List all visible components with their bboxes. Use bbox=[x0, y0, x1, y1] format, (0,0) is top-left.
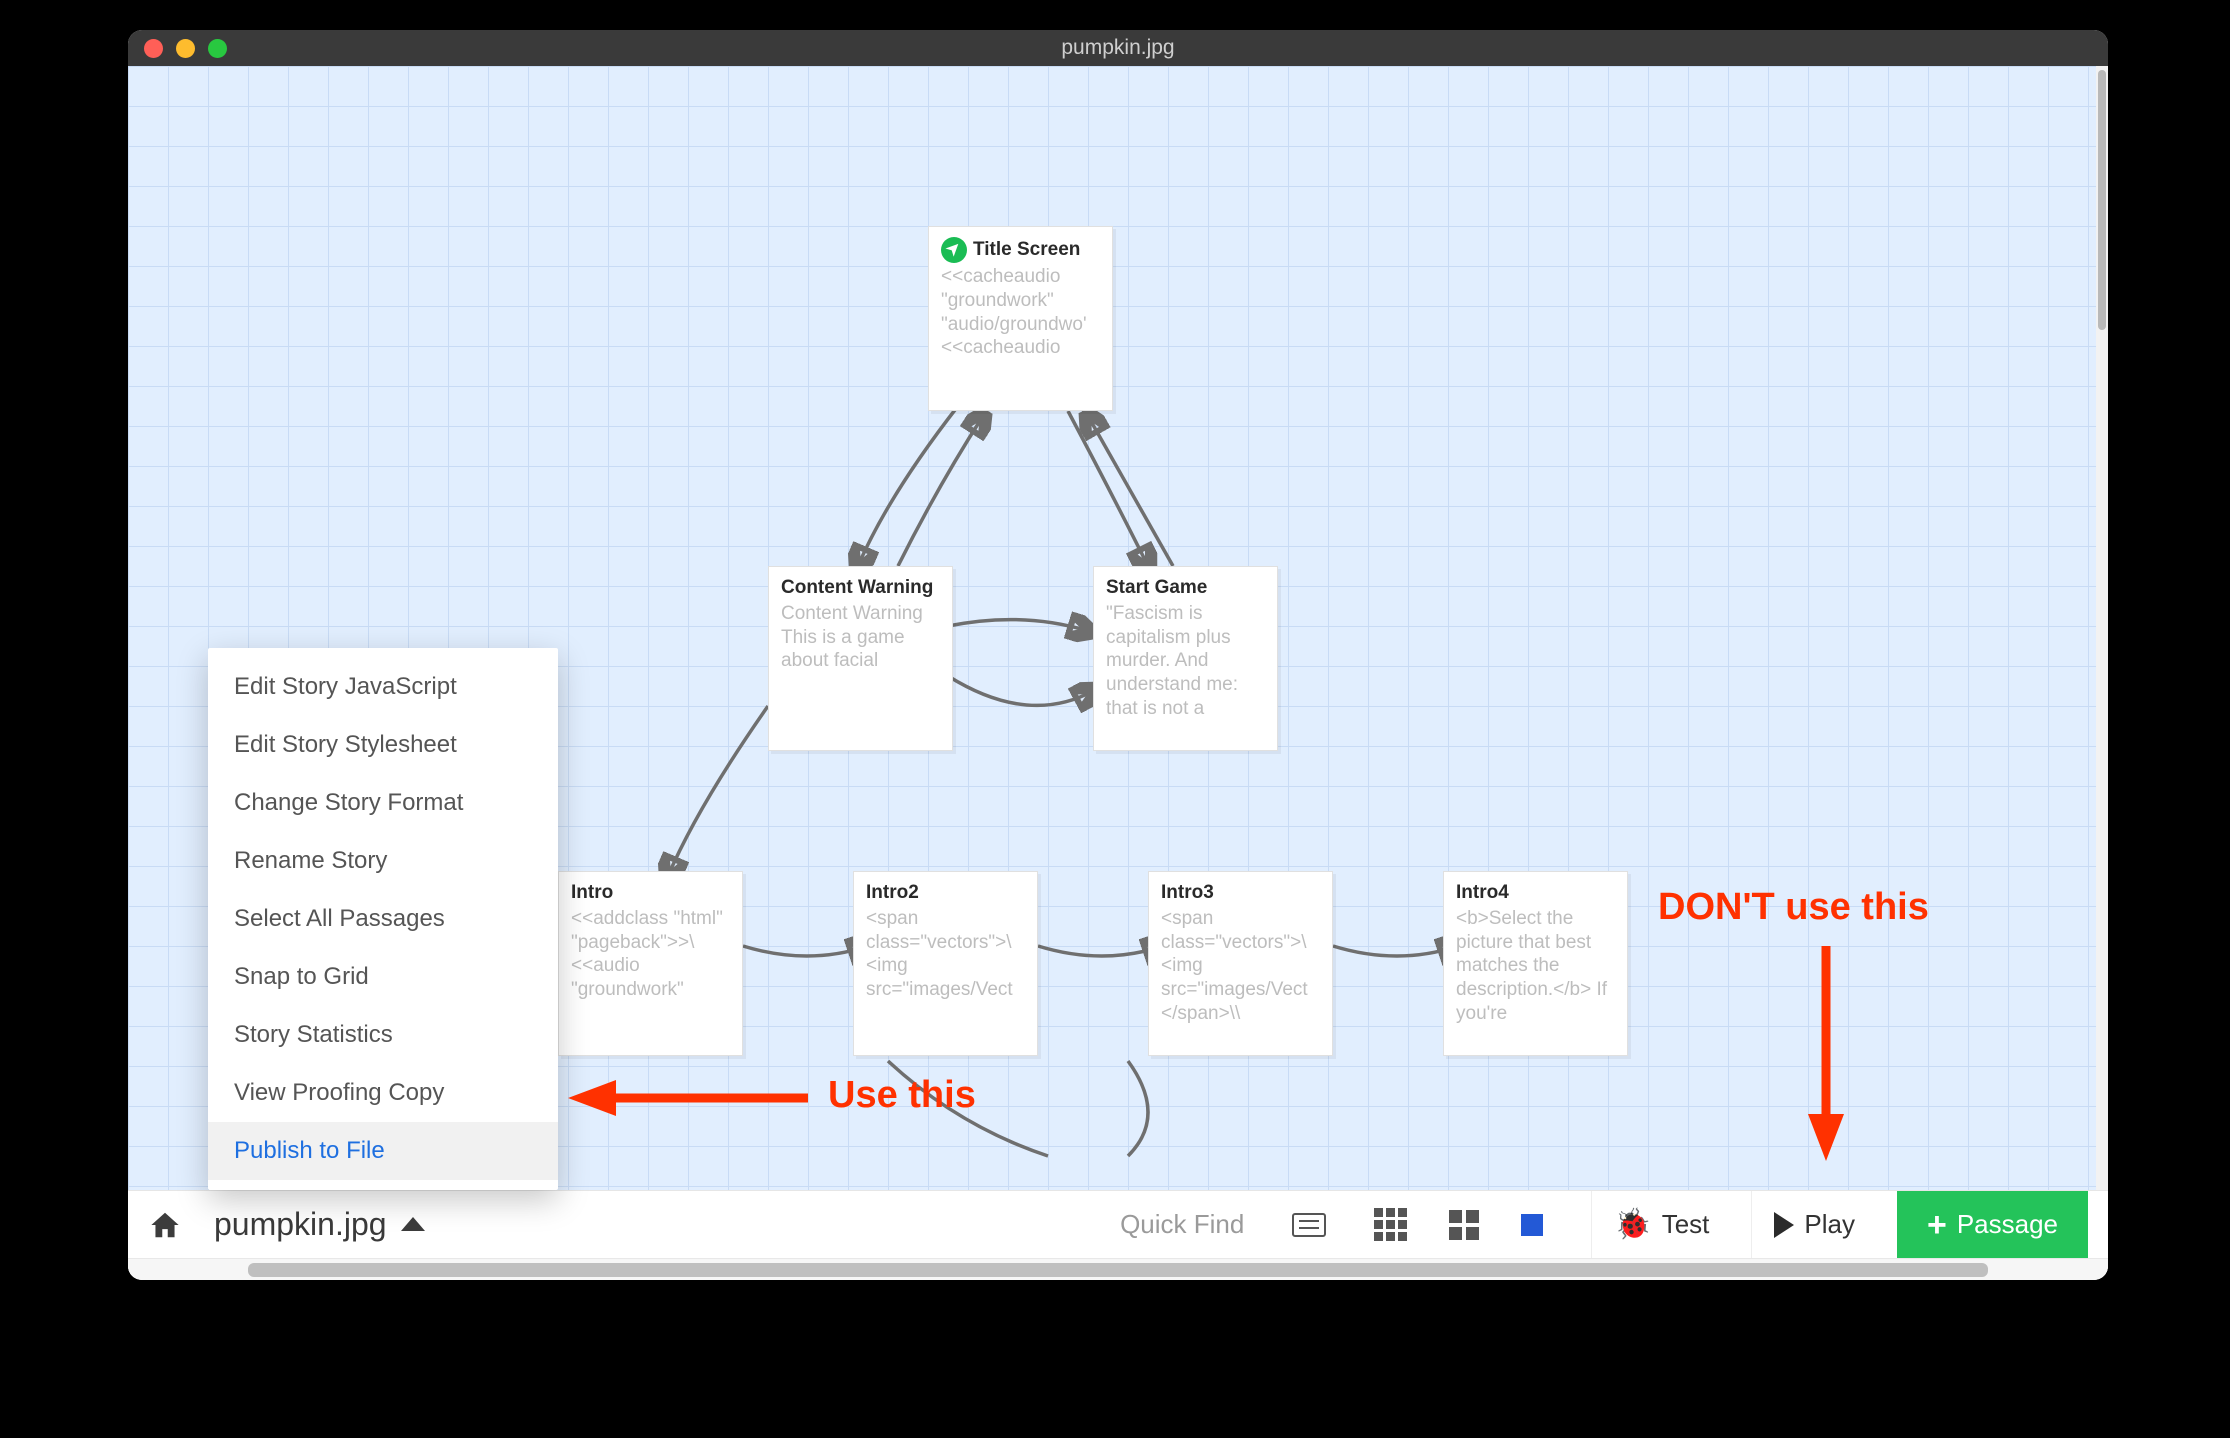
passage-preview: <span class="vectors">\ <img src="images… bbox=[1161, 907, 1320, 1026]
passage-start-game[interactable]: Start Game "Fascism is capitalism plus m… bbox=[1093, 566, 1278, 751]
quick-find-input[interactable]: Quick Find bbox=[1120, 1209, 1244, 1240]
passage-title: Intro4 bbox=[1456, 882, 1615, 905]
minimize-window-button[interactable] bbox=[176, 39, 195, 58]
zoom-large-icon[interactable] bbox=[1521, 1214, 1543, 1236]
passage-content-warning[interactable]: Content Warning Content Warning This is … bbox=[768, 566, 953, 751]
menu-select-all-passages[interactable]: Select All Passages bbox=[208, 890, 558, 948]
horizontal-scrollbar[interactable] bbox=[128, 1258, 2108, 1280]
titlebar: pumpkin.jpg bbox=[128, 30, 2108, 66]
story-name-button[interactable]: pumpkin.jpg bbox=[214, 1206, 425, 1243]
menu-story-statistics[interactable]: Story Statistics bbox=[208, 1006, 558, 1064]
start-passage-icon bbox=[941, 237, 967, 263]
menu-view-proofing-copy[interactable]: View Proofing Copy bbox=[208, 1064, 558, 1122]
content-area: Title Screen <<cacheaudio "groundwork" "… bbox=[128, 66, 2108, 1280]
test-button-label: Test bbox=[1662, 1209, 1710, 1240]
menu-edit-story-stylesheet[interactable]: Edit Story Stylesheet bbox=[208, 716, 558, 774]
add-passage-button[interactable]: + Passage bbox=[1897, 1191, 2088, 1259]
test-button[interactable]: 🐞 Test bbox=[1591, 1191, 1731, 1259]
passage-intro3[interactable]: Intro3 <span class="vectors">\ <img src=… bbox=[1148, 871, 1333, 1056]
passage-title-screen[interactable]: Title Screen <<cacheaudio "groundwork" "… bbox=[928, 226, 1113, 411]
menu-rename-story[interactable]: Rename Story bbox=[208, 832, 558, 890]
zoom-controls bbox=[1374, 1208, 1543, 1241]
passage-preview: <span class="vectors">\ <img src="images… bbox=[866, 907, 1025, 1002]
scrollbar-thumb[interactable] bbox=[248, 1263, 1988, 1277]
vertical-scrollbar[interactable] bbox=[2096, 66, 2108, 1190]
passage-title: Content Warning bbox=[781, 577, 940, 600]
window-title: pumpkin.jpg bbox=[128, 36, 2108, 60]
annotation-arrow-use-this bbox=[568, 1068, 818, 1128]
story-menu: Edit Story JavaScript Edit Story Stylesh… bbox=[208, 648, 558, 1190]
caret-up-icon bbox=[401, 1217, 425, 1231]
zoom-small-icon[interactable] bbox=[1374, 1208, 1407, 1241]
passage-intro4[interactable]: Intro4 <b>Select the picture that best m… bbox=[1443, 871, 1628, 1056]
play-button-label: Play bbox=[1804, 1209, 1855, 1240]
annotation-arrow-dont-use-this bbox=[1796, 936, 1856, 1166]
add-passage-label: Passage bbox=[1957, 1209, 2058, 1240]
home-icon[interactable] bbox=[148, 1210, 182, 1240]
passage-preview: <<cacheaudio "groundwork" "audio/groundw… bbox=[941, 265, 1100, 360]
menu-publish-to-file[interactable]: Publish to File bbox=[208, 1122, 558, 1180]
story-name-label: pumpkin.jpg bbox=[214, 1206, 387, 1242]
passage-title: Intro3 bbox=[1161, 882, 1320, 905]
scrollbar-thumb[interactable] bbox=[2098, 70, 2106, 330]
app-window: pumpkin.jpg bbox=[128, 30, 2108, 1280]
menu-change-story-format[interactable]: Change Story Format bbox=[208, 774, 558, 832]
bottom-toolbar: pumpkin.jpg Quick Find 🐞 bbox=[128, 1190, 2108, 1258]
passage-preview: <<addclass "html" "pageback">>\ <<audio … bbox=[571, 907, 730, 1002]
keyboard-icon[interactable] bbox=[1292, 1213, 1326, 1237]
close-window-button[interactable] bbox=[144, 39, 163, 58]
passage-preview: "Fascism is capitalism plus murder. And … bbox=[1106, 602, 1265, 721]
passage-title: Intro2 bbox=[866, 882, 1025, 905]
traffic-lights bbox=[144, 39, 227, 58]
passage-title: Start Game bbox=[1106, 577, 1265, 600]
passage-intro[interactable]: Intro <<addclass "html" "pageback">>\ <<… bbox=[558, 871, 743, 1056]
passage-title: Title Screen bbox=[941, 237, 1100, 263]
passage-preview: <b>Select the picture that best matches … bbox=[1456, 907, 1615, 1026]
passage-intro2[interactable]: Intro2 <span class="vectors">\ <img src=… bbox=[853, 871, 1038, 1056]
passage-preview: Content Warning This is a game about fac… bbox=[781, 602, 940, 673]
bug-icon: 🐞 bbox=[1614, 1207, 1651, 1242]
zoom-medium-icon[interactable] bbox=[1449, 1210, 1479, 1240]
menu-edit-story-javascript[interactable]: Edit Story JavaScript bbox=[208, 658, 558, 716]
menu-snap-to-grid[interactable]: Snap to Grid bbox=[208, 948, 558, 1006]
passage-title: Intro bbox=[571, 882, 730, 905]
plus-icon: + bbox=[1927, 1208, 1947, 1242]
zoom-window-button[interactable] bbox=[208, 39, 227, 58]
play-button[interactable]: Play bbox=[1751, 1191, 1877, 1259]
play-icon bbox=[1774, 1212, 1794, 1238]
